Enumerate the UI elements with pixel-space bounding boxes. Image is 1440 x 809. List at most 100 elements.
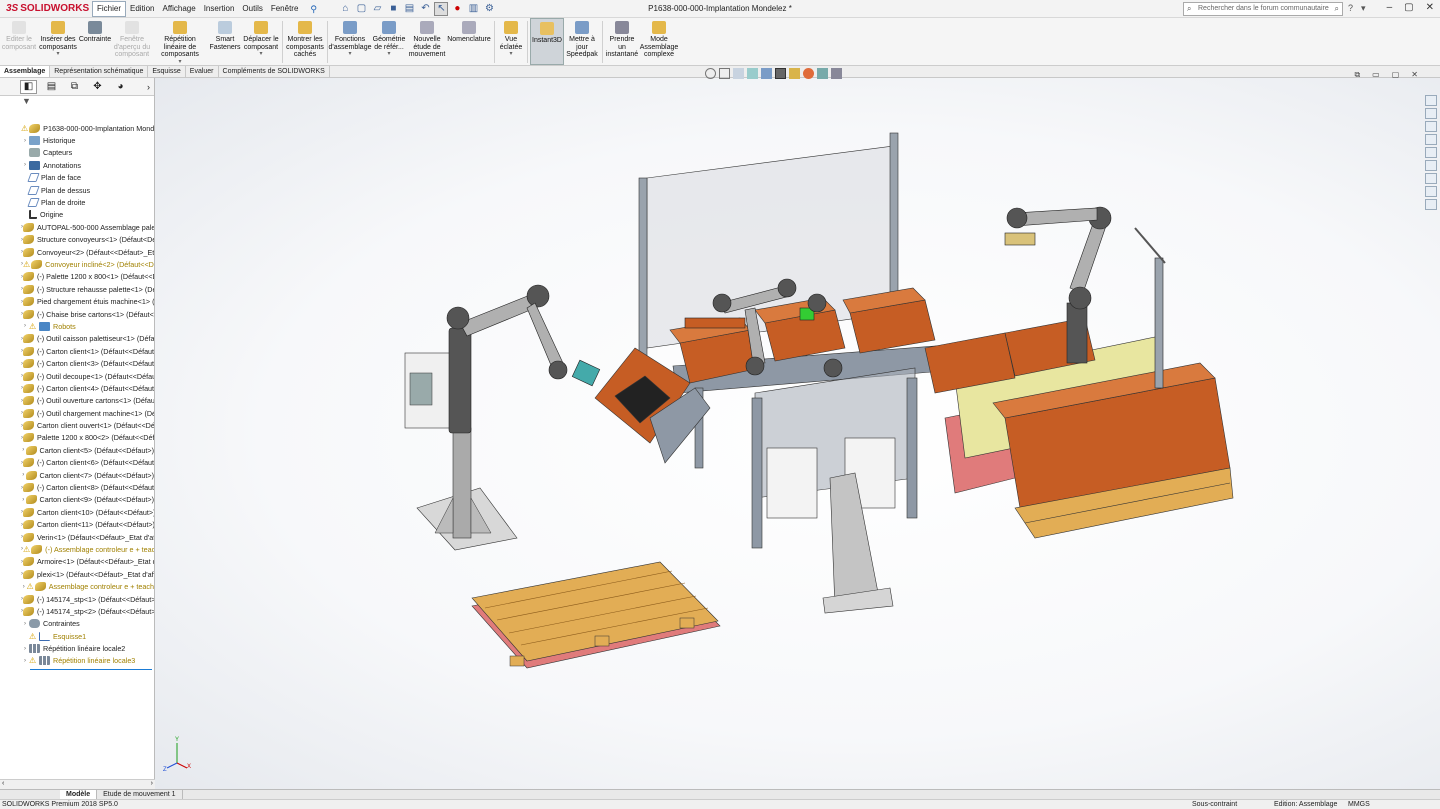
configuration-manager-tab-icon[interactable]: ⧉ (66, 80, 83, 94)
tree-item[interactable]: › Annotations (0, 159, 154, 171)
feature-manager-tab-icon[interactable]: ◧ (20, 79, 37, 94)
tree-item[interactable]: › ⚠ Robots (0, 320, 154, 332)
ribbon-button[interactable]: Instant3D (530, 18, 564, 65)
tree-item[interactable]: › ⚠ Répétition linéaire locale3 (0, 655, 154, 667)
dropdown-caret-icon[interactable]: ▾ (259, 51, 262, 57)
zoom-to-fit-icon[interactable] (705, 68, 716, 79)
search-icon[interactable]: ⌕ (1335, 3, 1339, 15)
undo-icon[interactable]: ↶ (418, 2, 432, 16)
menu-item[interactable]: Outils (238, 2, 266, 16)
view-palette-icon[interactable] (1425, 134, 1437, 145)
options-icon[interactable]: ⚙ (482, 2, 496, 16)
tree-item[interactable]: › Historique (0, 134, 154, 146)
section-view-icon[interactable] (747, 68, 758, 79)
rollback-bar[interactable] (30, 668, 152, 670)
menu-item[interactable]: Insertion (200, 2, 239, 16)
command-tab[interactable]: Représentation schématique (50, 66, 149, 77)
help-icon[interactable]: ? (1348, 3, 1353, 14)
viewport-maximize-icon[interactable]: ▢ (1392, 70, 1400, 80)
tree-item[interactable]: Plan de droite (0, 196, 154, 208)
ribbon-button[interactable]: Fenêtre d'aperçu du composant (112, 18, 152, 65)
tree-item[interactable]: › (-) 145174_stp<1> (Défaut<<Défaut>) (0, 593, 154, 605)
expand-arrow-icon[interactable]: › (21, 447, 26, 453)
help-dropdown-icon[interactable]: ▾ (1361, 3, 1366, 14)
apply-scene-icon[interactable] (817, 68, 828, 79)
tree-item[interactable]: › (-) Carton client<3> (Défaut<<Défaut>) (0, 357, 154, 369)
dropdown-caret-icon[interactable]: ▾ (348, 51, 351, 57)
edit-appearance-icon[interactable] (803, 68, 814, 79)
tree-item[interactable]: › (-) Carton client<1> (Défaut<<Défaut>) (0, 345, 154, 357)
tree-item[interactable]: ⚠ P1638-000-000-Implantation Mondelez (0, 122, 154, 134)
filter-icon[interactable]: ▼ (0, 96, 154, 110)
tree-item[interactable]: ›Palette 1200 x 800<2> (Défaut<<Défaut>) (0, 432, 154, 444)
solidworks-resources-icon[interactable] (1425, 95, 1437, 106)
close-icon[interactable]: ✕ (1426, 2, 1434, 13)
ribbon-button[interactable]: Montrer les composants cachés (285, 18, 325, 65)
previous-view-icon[interactable] (733, 68, 744, 79)
tree-item[interactable]: ›(-) Structure rehausse palette<1> (Défa… (0, 283, 154, 295)
ribbon-button[interactable]: Smart Fasteners (208, 18, 242, 65)
menu-item[interactable]: Edition (126, 2, 158, 16)
ribbon-button[interactable]: Fonctions d'assemblage ▾ (329, 18, 372, 65)
tree-item[interactable]: › ⚠ (-) Assemblage controleur e + teach (0, 543, 154, 555)
dimxpert-tab-icon[interactable]: ✥ (89, 80, 106, 94)
ribbon-button[interactable]: Géométrie de référ... ▾ (370, 18, 408, 65)
ribbon-button[interactable]: Editer le composant (0, 18, 38, 65)
command-tab[interactable]: Assemblage (0, 66, 51, 77)
tree-item[interactable]: › (-) Outil ouverture cartons<1> (Défaut) (0, 395, 154, 407)
tree-item[interactable]: › Contraintes (0, 618, 154, 630)
tree-item[interactable]: ›(-) Outil chargement machine<1> (Défaut… (0, 407, 154, 419)
tree-item[interactable]: › (-) Outil caisson palettiseur<1> (Défau… (0, 333, 154, 345)
tree-item[interactable]: › ⚠ Assemblage controleur e + teach (0, 580, 154, 592)
tree-item[interactable]: Plan de dessus (0, 184, 154, 196)
tab-model[interactable]: Modèle (60, 790, 98, 799)
tree-item[interactable]: › plexi<1> (Défaut<<Défaut>_Etat d'aff) (0, 568, 154, 580)
toolbox-icon[interactable] (1425, 199, 1437, 210)
tree-item[interactable]: › Carton client<9> (Défaut<<Défaut>) (0, 494, 154, 506)
solidworks-forum-icon[interactable] (1425, 173, 1437, 184)
solidworks-logo[interactable]: 3S SOLIDWORKS (0, 3, 92, 14)
ribbon-button[interactable]: Nomenclature (446, 18, 492, 65)
home-icon[interactable]: ⌂ (338, 2, 352, 16)
tree-item[interactable]: ›Convoyeur<2> (Défaut<<Défaut>_Etat d'af… (0, 246, 154, 258)
select-icon[interactable]: ↖ (434, 1, 449, 16)
dropdown-caret-icon[interactable]: ▾ (56, 51, 59, 57)
print-icon[interactable]: ▤ (402, 2, 416, 16)
panel-horizontal-scrollbar[interactable]: ‹ › (0, 779, 155, 789)
viewport-close-icon[interactable]: ✕ (1411, 70, 1418, 80)
dropdown-caret-icon[interactable]: ▾ (387, 51, 390, 57)
tree-item[interactable]: › Carton client<7> (Défaut<<Défaut>) (0, 469, 154, 481)
viewport-restore-icon[interactable]: ⧉ (1354, 70, 1360, 80)
tree-item[interactable]: Plan de face (0, 172, 154, 184)
viewport-tile-icon[interactable]: ▭ (1372, 70, 1380, 80)
tree-item[interactable]: › Répétition linéaire locale2 (0, 642, 154, 654)
appearances-icon[interactable] (1425, 147, 1437, 158)
save-icon[interactable]: ■ (386, 2, 400, 16)
expand-arrow-icon[interactable]: › (21, 138, 29, 144)
tree-item[interactable]: ›(-) Palette 1200 x 800<1> (Défaut<<Défa… (0, 271, 154, 283)
command-tab[interactable]: Evaluer (186, 66, 219, 77)
tree-item[interactable]: ›⚠Convoyeur incliné<2> (Défaut<<Défaut>) (0, 258, 154, 270)
panel-next-icon[interactable]: › (147, 82, 150, 92)
ribbon-button[interactable]: Nouvelle étude de mouvement (408, 18, 446, 65)
view-settings-icon[interactable] (831, 68, 842, 79)
tree-item[interactable]: Origine (0, 209, 154, 221)
tree-item[interactable]: › Carton client<11> (Défaut<<Défaut>) (0, 519, 154, 531)
assembly-model-render[interactable]: Y X Z (155, 78, 1440, 789)
ribbon-button[interactable]: Mode Assemblage complexe (639, 18, 679, 65)
tree-item[interactable]: ›Armoire<1> (Défaut<<Défaut>_Etat d'aff) (0, 556, 154, 568)
expand-arrow-icon[interactable]: › (21, 621, 29, 627)
hide-show-items-icon[interactable] (789, 68, 800, 79)
scroll-left-icon[interactable]: ‹ (2, 780, 4, 787)
command-tab[interactable]: Esquisse (148, 66, 186, 77)
design-library-icon[interactable] (1425, 108, 1437, 119)
tree-item[interactable]: ›Carton client ouvert<1> (Défaut<<Défaut… (0, 419, 154, 431)
property-manager-tab-icon[interactable]: ▤ (43, 80, 60, 94)
display-manager-tab-icon[interactable]: ◕ (112, 80, 129, 94)
tree-item[interactable]: › Carton client<10> (Défaut<<Défaut>) (0, 506, 154, 518)
tree-item[interactable]: ›(-) Chaise brise cartons<1> (Défaut<Déf… (0, 308, 154, 320)
open-icon[interactable]: ▱ (370, 2, 384, 16)
ribbon-button[interactable]: Contrainte (78, 18, 112, 65)
expand-arrow-icon[interactable]: › (21, 497, 26, 503)
expand-arrow-icon[interactable]: › (21, 658, 29, 664)
